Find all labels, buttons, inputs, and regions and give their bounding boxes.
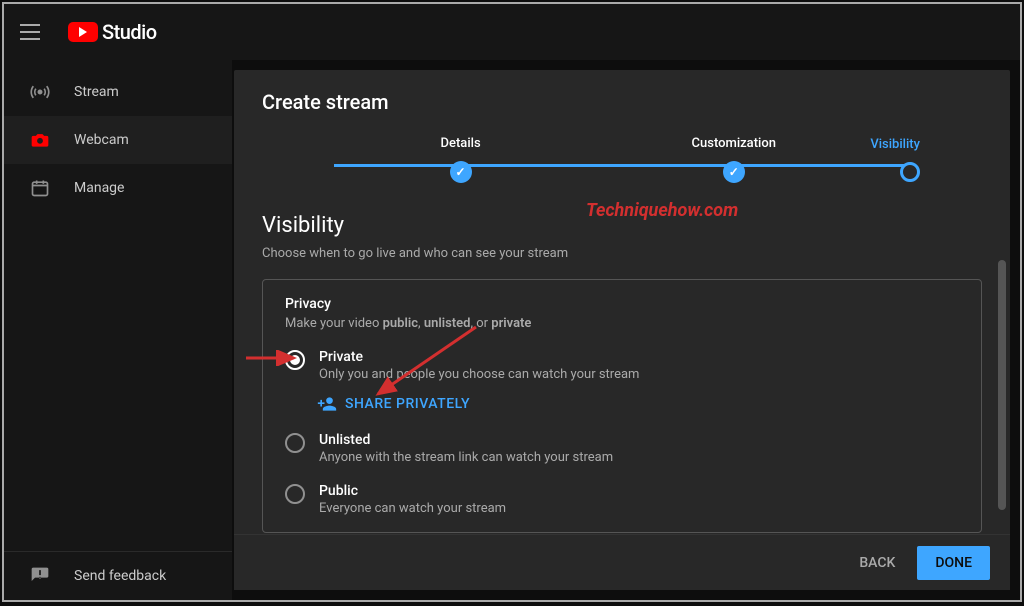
person-add-icon — [317, 394, 337, 414]
radio-public[interactable]: Public Everyone can watch your stream — [285, 483, 959, 516]
sidebar-item-stream[interactable]: Stream — [4, 68, 232, 116]
sidebar-item-label: Stream — [74, 84, 119, 100]
panel-footer: BACK DONE — [234, 534, 1010, 590]
calendar-icon — [28, 178, 52, 198]
sidebar-item-feedback[interactable]: Send feedback — [4, 552, 232, 600]
panel-content: Visibility Choose when to go live and wh… — [234, 209, 1010, 534]
sidebar-item-label: Webcam — [74, 132, 129, 148]
section-subtitle: Choose when to go live and who can see y… — [262, 246, 982, 261]
radio-icon — [285, 433, 305, 453]
step-customization[interactable]: Customization — [597, 136, 870, 183]
annotation-arrow-icon — [244, 350, 304, 366]
check-icon — [723, 161, 745, 183]
topbar: Studio — [4, 4, 1020, 60]
ring-icon — [900, 162, 920, 182]
sidebar-item-label: Manage — [74, 180, 124, 196]
watermark-text: Techniquehow.com — [586, 200, 738, 221]
camera-icon — [28, 130, 52, 150]
annotation-arrow-icon — [366, 322, 486, 412]
feedback-icon — [28, 566, 52, 586]
back-button[interactable]: BACK — [845, 547, 909, 579]
step-line — [334, 164, 910, 167]
youtube-studio-logo[interactable]: Studio — [68, 20, 157, 44]
scrollbar[interactable] — [998, 260, 1006, 510]
check-icon — [450, 161, 472, 183]
create-stream-panel: Create stream Details Customization Visi… — [234, 70, 1010, 590]
youtube-play-icon — [68, 22, 98, 42]
done-button[interactable]: DONE — [917, 546, 990, 580]
panel-title: Create stream — [234, 70, 1010, 122]
privacy-heading: Privacy — [285, 296, 959, 312]
sidebar-item-webcam[interactable]: Webcam — [4, 116, 232, 164]
menu-icon[interactable] — [20, 20, 44, 44]
broadcast-icon — [28, 82, 52, 102]
radio-icon — [285, 484, 305, 504]
stepper: Details Customization Visibility — [234, 122, 1010, 209]
app-name: Studio — [102, 20, 157, 44]
step-visibility[interactable]: Visibility — [870, 137, 920, 182]
sidebar: Stream Webcam Manage Send feed — [4, 60, 232, 600]
sidebar-item-label: Send feedback — [74, 568, 166, 584]
step-details[interactable]: Details — [324, 136, 597, 183]
radio-unlisted[interactable]: Unlisted Anyone with the stream link can… — [285, 432, 959, 465]
sidebar-item-manage[interactable]: Manage — [4, 164, 232, 212]
